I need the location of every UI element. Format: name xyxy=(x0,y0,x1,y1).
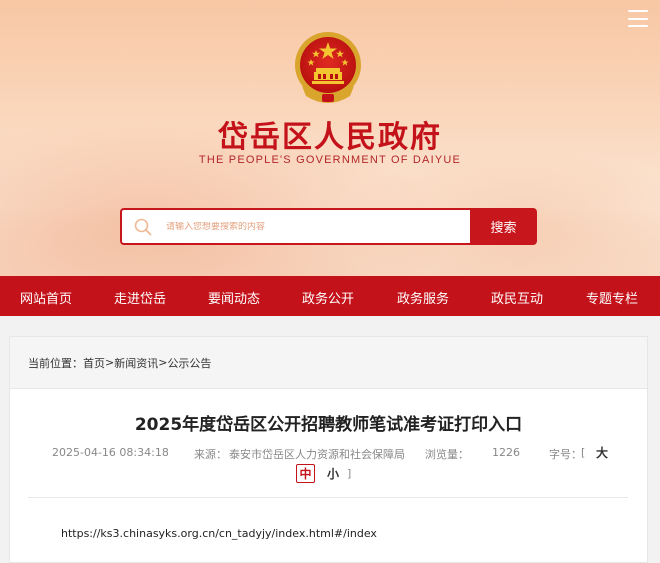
search-button[interactable]: 搜索 xyxy=(470,208,537,245)
font-size-bracket-close: ] xyxy=(347,467,352,480)
article-views: 1226 xyxy=(492,446,520,459)
nav-item-government-services[interactable]: 政务服务 xyxy=(397,288,449,307)
government-subtitle: THE PEOPLE'S GOVERNMENT OF DAIYUE xyxy=(198,154,462,166)
hamburger-menu-icon[interactable] xyxy=(628,10,648,27)
article-source: 泰安市岱岳区人力资源和社会保障局 xyxy=(229,448,405,461)
search-box xyxy=(120,208,470,245)
breadcrumb-news[interactable]: 新闻资讯 xyxy=(114,355,158,371)
nav-item-interaction[interactable]: 政民互动 xyxy=(491,288,543,307)
nav-item-about[interactable]: 走进岱岳 xyxy=(114,288,166,307)
breadcrumb-home[interactable]: 首页 xyxy=(83,355,105,371)
meta-divider xyxy=(28,497,628,498)
article-source-label: 来源： xyxy=(194,448,227,461)
breadcrumb: 当前位置： 首页 > 新闻资讯 > 公示公告 xyxy=(10,337,647,389)
breadcrumb-separator: > xyxy=(105,356,115,369)
article-body-link[interactable]: https://ks3.chinasyks.org.cn/cn_tadyjy/i… xyxy=(61,527,377,540)
nav-item-home[interactable]: 网站首页 xyxy=(20,288,72,307)
main-nav: 网站首页 走进岱岳 要闻动态 政务公开 政务服务 政民互动 专题专栏 xyxy=(0,276,660,316)
font-size-label: 字号： xyxy=(549,448,582,461)
font-size-bracket-open: [ xyxy=(581,446,586,459)
article-views-label: 浏览量： xyxy=(425,448,469,461)
breadcrumb-announcements[interactable]: 公示公告 xyxy=(167,355,211,371)
nav-item-special-topics[interactable]: 专题专栏 xyxy=(586,288,638,307)
search-icon xyxy=(134,218,152,235)
font-size-medium-button[interactable]: 中 xyxy=(296,464,315,483)
article-date: 2025-04-16 08:34:18 xyxy=(52,446,169,459)
font-size-large-button[interactable]: 大 xyxy=(594,444,610,460)
government-title: 岱岳区人民政府 xyxy=(218,120,442,155)
search-input[interactable] xyxy=(166,221,446,232)
breadcrumb-prefix: 当前位置： xyxy=(28,356,83,370)
font-size-small-button[interactable]: 小 xyxy=(325,465,341,481)
national-emblem-icon xyxy=(295,32,361,103)
article-title: 2025年度岱岳区公开招聘教师笔试准考证打印入口 xyxy=(134,415,523,435)
breadcrumb-separator: > xyxy=(158,356,168,369)
nav-item-news[interactable]: 要闻动态 xyxy=(208,288,260,307)
nav-item-government-affairs[interactable]: 政务公开 xyxy=(302,288,354,307)
